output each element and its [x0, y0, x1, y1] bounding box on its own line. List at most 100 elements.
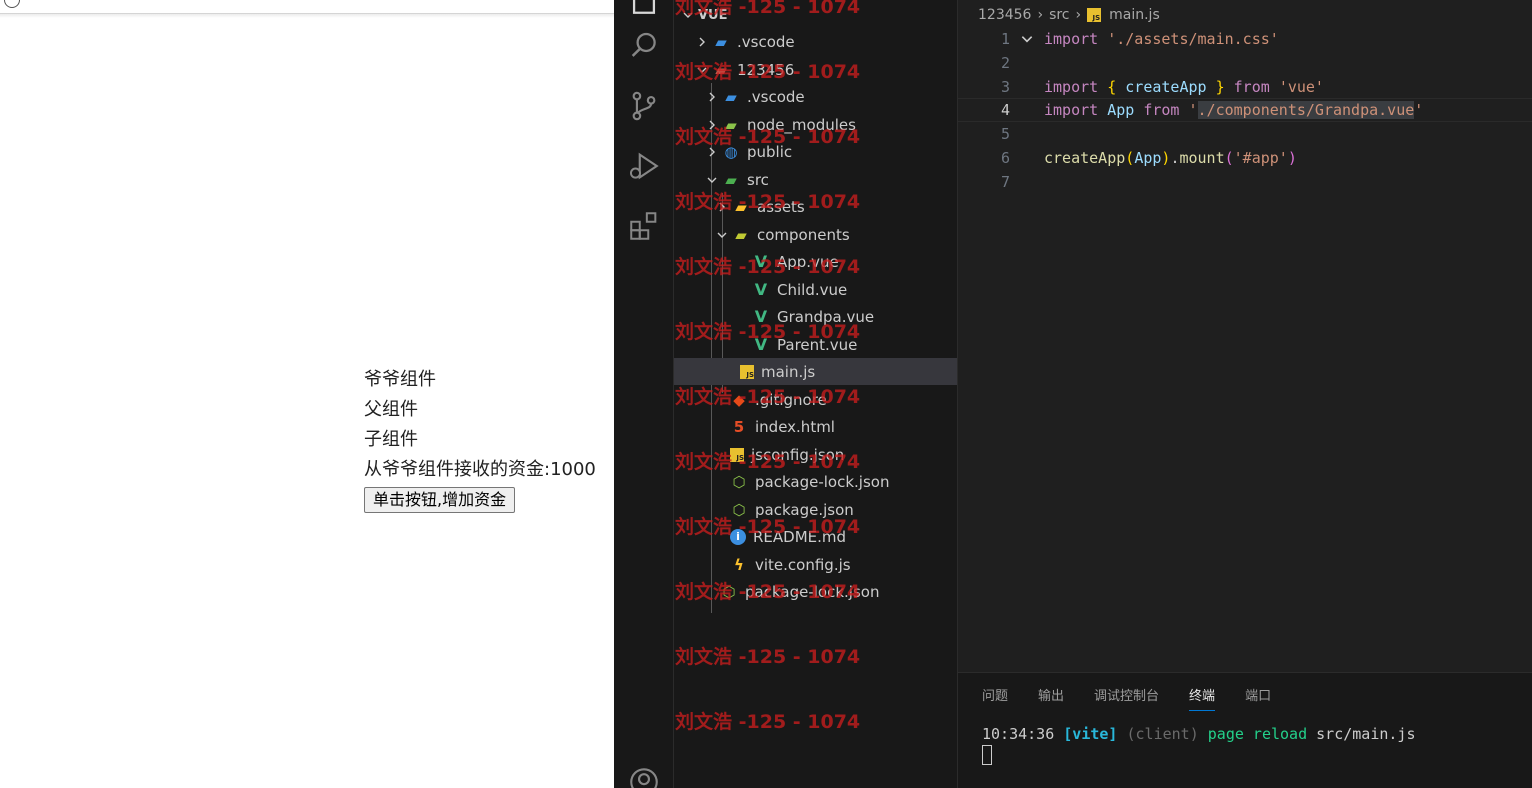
panel-tab[interactable]: 问题: [982, 685, 1008, 711]
public-folder-icon: ◍: [724, 142, 738, 161]
vue-icon: V: [754, 252, 768, 271]
code-token: './assets/main.css': [1107, 30, 1279, 48]
extensions-icon[interactable]: [614, 200, 674, 252]
tree-item[interactable]: ▰ .vscode: [674, 83, 957, 110]
code-token: ': [1188, 101, 1198, 119]
node-folder-icon: ▰: [725, 115, 737, 134]
code-token: import: [1044, 78, 1099, 96]
code-line[interactable]: 5: [958, 122, 1532, 146]
reload-icon[interactable]: [4, 0, 20, 8]
activity-bar: [614, 0, 674, 788]
npm-icon: ⬡: [722, 582, 736, 601]
tree-item[interactable]: V Parent.vue: [674, 331, 957, 358]
tree-item[interactable]: i README.md: [674, 523, 957, 550]
explorer-root[interactable]: VUE: [680, 4, 728, 26]
tree-item[interactable]: JS jsconfig.json: [674, 441, 957, 468]
tree-item-label: index.html: [755, 417, 835, 436]
line-number: 6: [1000, 149, 1010, 167]
tree-item-label: .vscode: [747, 87, 805, 106]
tree-item[interactable]: ▰ assets: [674, 193, 957, 220]
tree-item-label: public: [747, 142, 793, 161]
search-icon[interactable]: [614, 20, 674, 72]
browser-page: 爷爷组件 父组件 子组件 从爷爷组件接收的资金:1000 单击按钮,增加资金: [0, 0, 614, 788]
source-control-icon[interactable]: [614, 80, 674, 132]
tree-item[interactable]: ▰ src: [674, 166, 957, 193]
tree-item-label: node_modules: [747, 115, 856, 134]
tree-item[interactable]: ⬡ package-lock.json: [674, 468, 957, 495]
tree-item[interactable]: ⬡ package.json: [674, 496, 957, 523]
tree-item[interactable]: ▰ 123456: [674, 56, 957, 83]
chevron-down-icon: [714, 227, 730, 243]
html-icon: 5: [733, 417, 745, 436]
code-line[interactable]: 4 import App from ' ./components/Grandpa.v…: [958, 98, 1532, 122]
explorer-sidebar: VUE ▰ .vscode ▰ 123456 ▰ .vscode ▰ node_modules…: [674, 0, 958, 788]
folder-open-icon: ▰: [715, 60, 727, 79]
code-token: (: [1125, 149, 1135, 167]
src-folder-icon: ▰: [725, 170, 737, 189]
grandpa-heading: 爷爷组件: [364, 369, 436, 390]
tree-item[interactable]: 5 index.html: [674, 413, 957, 440]
npm-icon: ⬡: [732, 472, 746, 491]
parent-heading: 父组件: [364, 399, 418, 420]
vue-icon: V: [754, 307, 768, 326]
code-token: App: [1134, 149, 1162, 167]
fold-chevron-icon[interactable]: [1010, 32, 1044, 46]
code-line[interactable]: 2: [958, 51, 1532, 75]
chevron-right-icon: [694, 34, 710, 50]
breadcrumb: 123456 › src › JS main.js: [978, 4, 1160, 26]
tree-item[interactable]: ϟ vite.config.js: [674, 551, 957, 578]
chevron-right-icon: ›: [1037, 7, 1044, 23]
panel-tab[interactable]: 终端: [1189, 685, 1216, 711]
tree-item-label: 123456: [737, 60, 795, 79]
panel-tab[interactable]: 调试控制台: [1094, 685, 1159, 711]
tree-item[interactable]: ◆ .gitignore: [674, 386, 957, 413]
chevron-right-icon: ›: [1075, 7, 1082, 23]
tree-item[interactable]: ⬡ package-lock.json: [674, 578, 957, 605]
tree-item[interactable]: JS main.js: [674, 358, 957, 385]
tree-item[interactable]: V App.vue: [674, 248, 957, 275]
tree-item[interactable]: ◍ public: [674, 138, 957, 165]
chevron-right-icon: [704, 144, 720, 160]
code-token: import: [1044, 101, 1099, 119]
tree-item-label: Child.vue: [777, 280, 848, 299]
tree-item-label: main.js: [761, 362, 816, 381]
tree-item[interactable]: V Child.vue: [674, 276, 957, 303]
tree-item[interactable]: ▰ components: [674, 221, 957, 248]
tree-item[interactable]: ▰ .vscode: [674, 28, 957, 55]
chevron-down-icon: [704, 172, 720, 188]
account-icon[interactable]: [614, 756, 674, 788]
vite-icon: ϟ: [734, 555, 744, 574]
explorer-root-label: VUE: [698, 7, 728, 23]
js-config-icon: JS: [730, 447, 744, 462]
panel-tab[interactable]: 输出: [1038, 685, 1064, 711]
code-line[interactable]: 1 import './assets/main.css': [958, 27, 1532, 51]
breadcrumb-item[interactable]: src: [1049, 7, 1069, 23]
panel-tab[interactable]: 端口: [1245, 685, 1271, 711]
run-debug-icon[interactable]: [614, 140, 674, 192]
code-token: .: [1170, 149, 1180, 167]
breadcrumb-item[interactable]: main.js: [1109, 7, 1160, 23]
code-line[interactable]: 7: [958, 170, 1532, 194]
tree-item[interactable]: V Grandpa.vue: [674, 303, 957, 330]
terminal-output[interactable]: 10:34:36 [vite] (client) page reload src…: [982, 725, 1416, 743]
vscode-folder-icon: ▰: [715, 32, 727, 51]
line-number: 4: [1000, 101, 1010, 119]
breadcrumb-item[interactable]: 123456: [978, 7, 1031, 23]
code-token: from: [1143, 101, 1180, 119]
tree-item[interactable]: ▰ node_modules: [674, 111, 957, 138]
chevron-right-icon: [704, 117, 720, 133]
code-token: 'vue': [1278, 78, 1324, 96]
add-funds-button[interactable]: 单击按钮,增加资金: [364, 487, 516, 513]
code-line[interactable]: 3 import { createApp } from 'vue': [958, 75, 1532, 99]
js-icon: JS: [740, 364, 754, 379]
code-line[interactable]: 6 createApp(App). mount('#app'): [958, 146, 1532, 170]
